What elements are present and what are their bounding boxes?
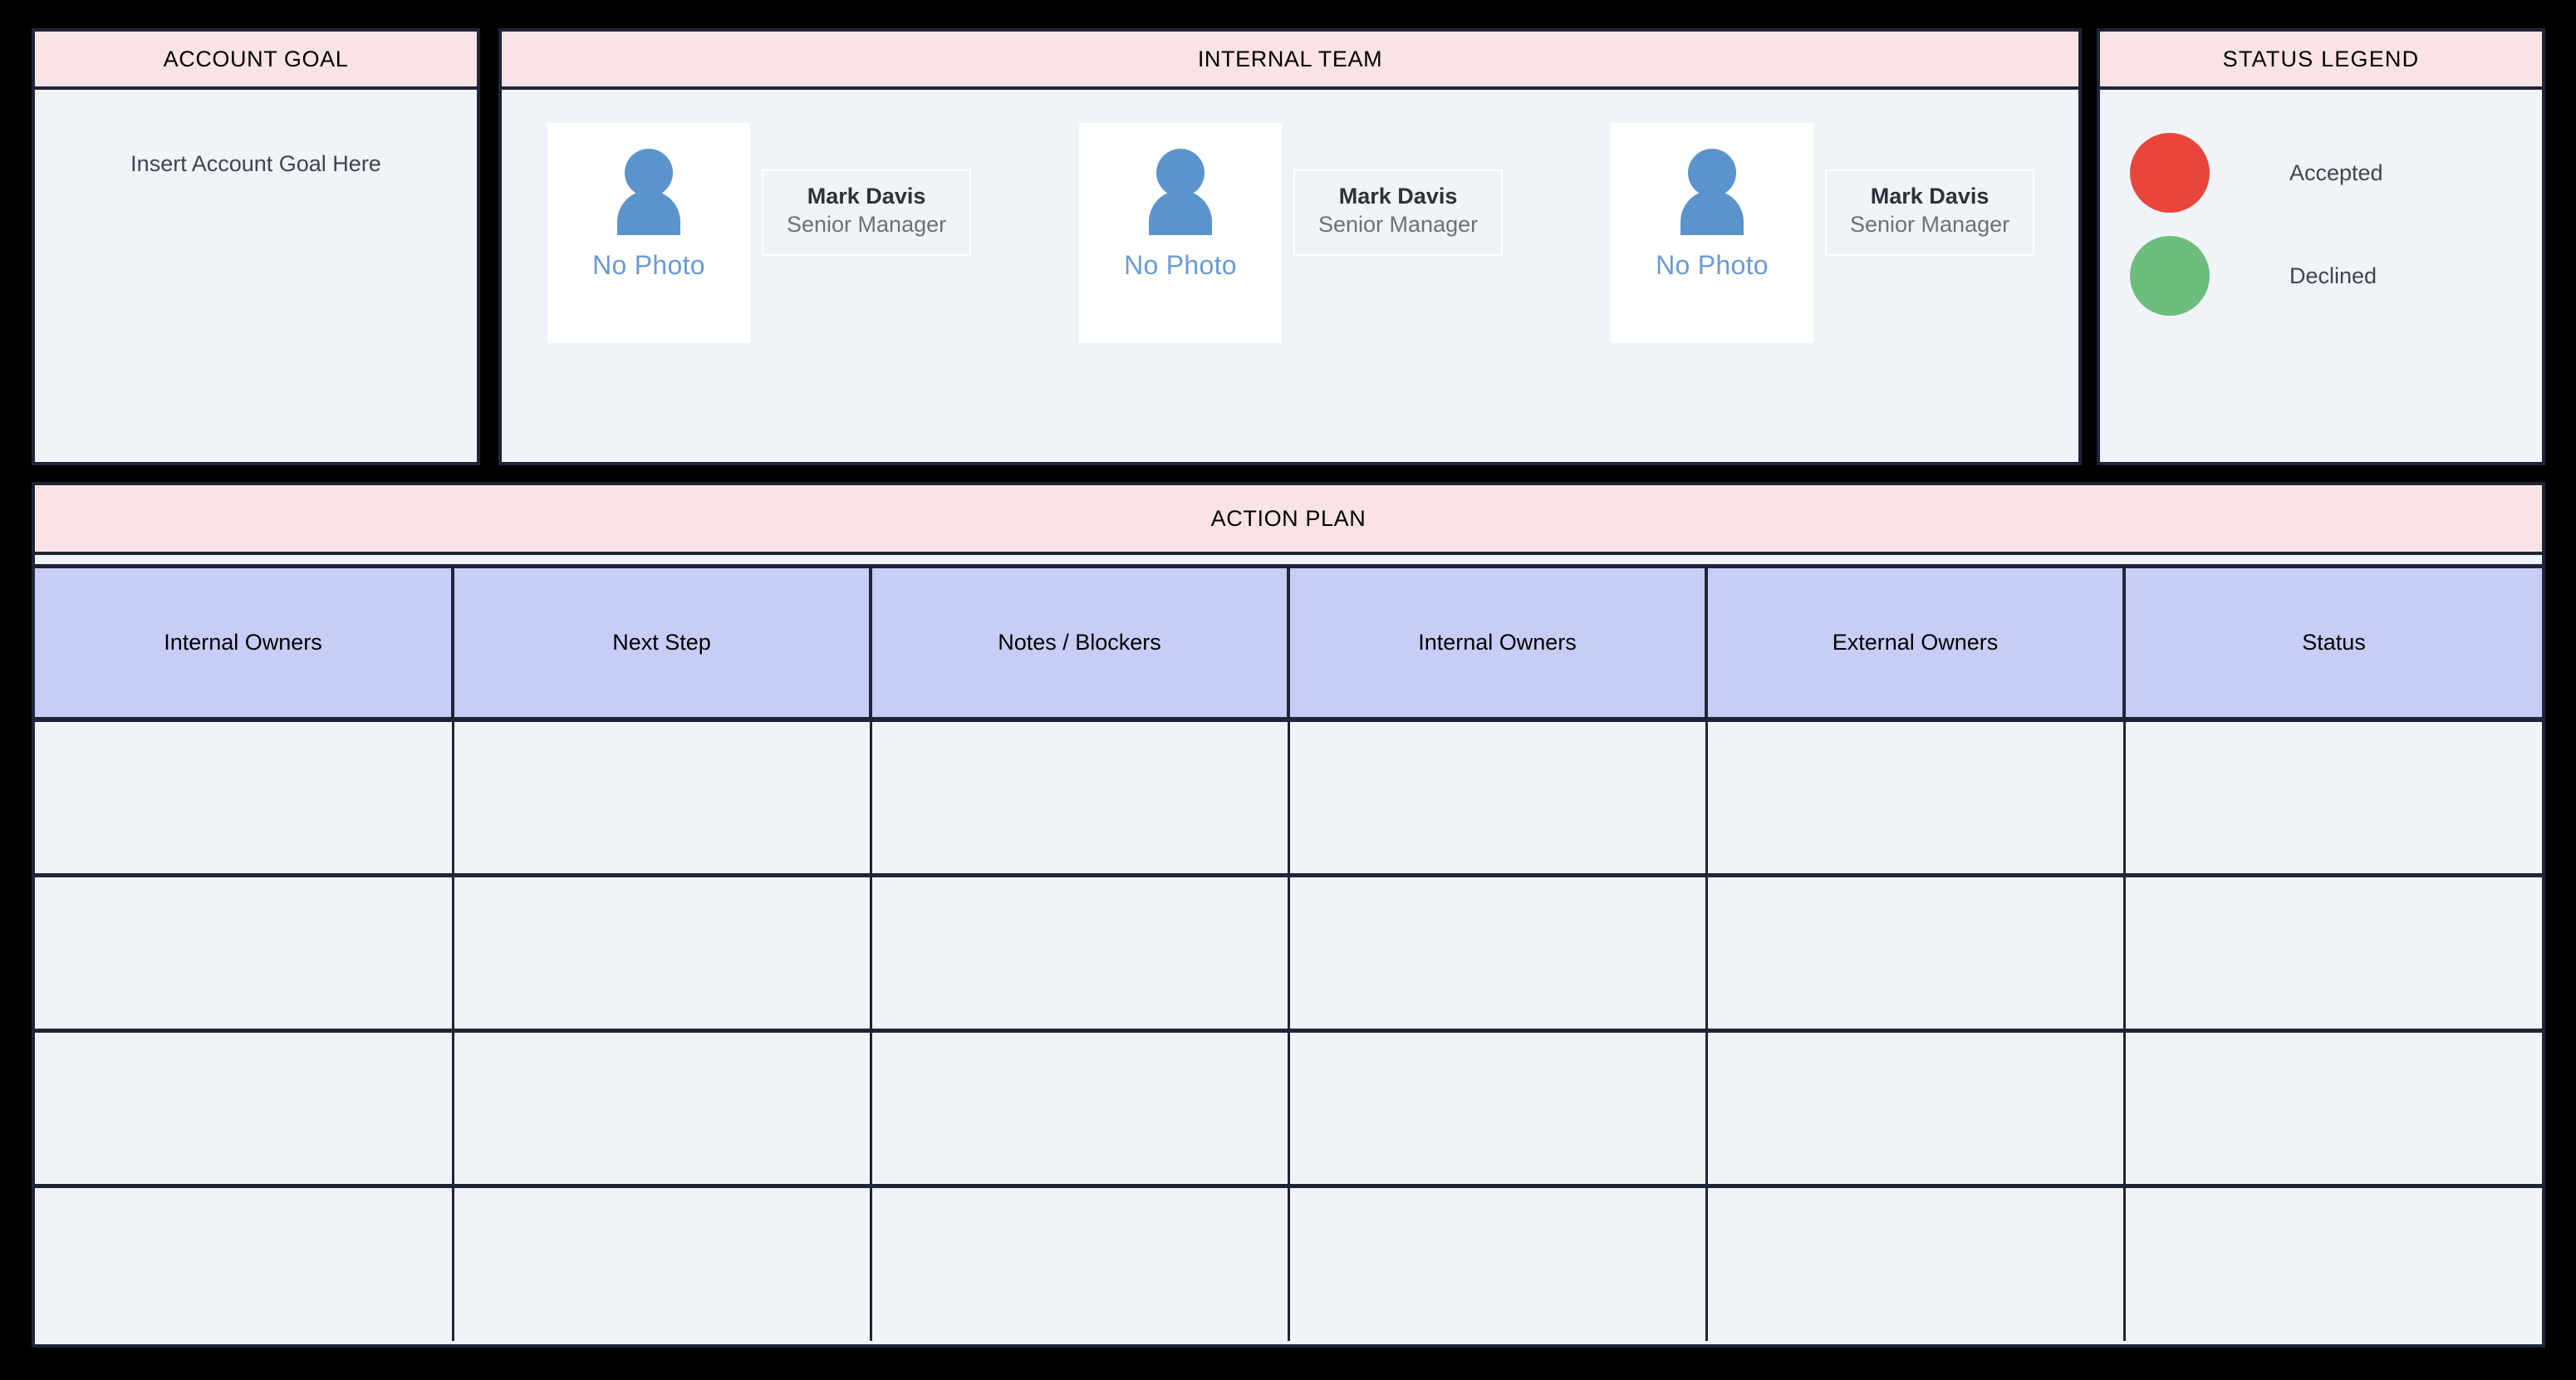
internal-team-header: INTERNAL TEAM [502,32,2078,90]
internal-team-body: No Photo Mark Davis Senior Manager No Ph… [502,90,2078,462]
table-cell[interactable] [1288,1186,1708,1341]
action-plan-table-body [35,719,2542,1341]
internal-team-panel: INTERNAL TEAM No Photo Mark Davis Senior… [498,28,2082,465]
member-name-box[interactable]: Mark Davis Senior Manager [762,169,972,256]
table-cell[interactable] [871,875,1290,1033]
legend-item-accepted: Accepted [2100,121,2542,224]
table-cell[interactable] [453,1186,872,1341]
circle-icon [2130,133,2210,213]
table-cell[interactable] [453,719,872,877]
table-cell[interactable] [871,719,1290,877]
status-legend-header: STATUS LEGEND [2100,32,2542,90]
table-cell[interactable] [2124,1030,2542,1188]
account-goal-text[interactable]: Insert Account Goal Here [35,151,477,177]
team-member-card[interactable]: No Photo Mark Davis Senior Manager [1611,123,2035,343]
team-member-list: No Photo Mark Davis Senior Manager No Ph… [502,90,2078,462]
status-legend-body: Accepted Declined [2100,90,2542,462]
internal-team-title: INTERNAL TEAM [1197,46,1383,71]
table-row [35,719,2542,877]
table-cell[interactable] [1706,719,2126,877]
member-name-box[interactable]: Mark Davis Senior Manager [1825,169,2035,256]
account-goal-header: ACCOUNT GOAL [35,32,477,90]
table-header-row: Internal Owners Next Step Notes / Blocke… [35,568,2542,722]
member-name: Mark Davis [1338,184,1458,209]
member-photo-placeholder[interactable]: No Photo [547,123,750,343]
account-plan-board: ACCOUNT GOAL Insert Account Goal Here IN… [0,0,2576,1380]
account-goal-panel: ACCOUNT GOAL Insert Account Goal Here [32,28,480,465]
legend-label-accepted: Accepted [2289,160,2383,185]
table-cell[interactable] [1706,875,2126,1033]
action-plan-table: Internal Owners Next Step Notes / Blocke… [35,568,2542,1341]
member-role: Senior Manager [787,211,947,237]
no-photo-label: No Photo [1656,250,1769,280]
table-cell[interactable] [871,1030,1290,1188]
table-row [35,1030,2542,1188]
table-cell[interactable] [35,1030,454,1188]
table-cell[interactable] [1706,1030,2126,1188]
team-member-card[interactable]: No Photo Mark Davis Senior Manager [547,123,972,343]
column-header-status[interactable]: Status [2124,568,2542,722]
person-icon [1672,148,1752,235]
legend-item-declined: Declined [2100,224,2542,327]
table-cell[interactable] [1706,1186,2126,1341]
table-row [35,1186,2542,1341]
column-header-notes-blockers[interactable]: Notes / Blockers [871,568,1290,722]
member-name: Mark Davis [807,184,926,209]
account-goal-body[interactable]: Insert Account Goal Here [35,90,477,462]
status-legend-title: STATUS LEGEND [2222,46,2420,71]
table-cell[interactable] [453,875,872,1033]
table-cell[interactable] [2124,1186,2542,1341]
table-cell[interactable] [35,1186,454,1341]
action-plan-header: ACTION PLAN [35,485,2542,555]
team-member-card[interactable]: No Photo Mark Davis Senior Manager [1079,123,1504,343]
table-cell[interactable] [2124,719,2542,877]
table-row [35,875,2542,1033]
status-legend-panel: STATUS LEGEND Accepted Declined [2097,28,2545,465]
table-cell[interactable] [35,719,454,877]
no-photo-label: No Photo [592,250,705,280]
action-plan-panel: ACTION PLAN Internal Owners Next Step No… [32,482,2545,1348]
table-cell[interactable] [1288,719,1708,877]
member-role: Senior Manager [1850,211,2010,237]
action-plan-table-head: Internal Owners Next Step Notes / Blocke… [35,568,2542,722]
table-cell[interactable] [1288,1030,1708,1188]
action-plan-title: ACTION PLAN [1210,505,1367,531]
circle-icon [2130,236,2210,316]
member-role: Senior Manager [1318,211,1479,237]
column-header-internal-owners-1[interactable]: Internal Owners [35,568,454,722]
member-photo-placeholder[interactable]: No Photo [1611,123,1813,343]
account-goal-title: ACCOUNT GOAL [163,46,349,71]
table-cell[interactable] [871,1186,1290,1341]
action-plan-spacer [35,555,2542,568]
table-cell[interactable] [1288,875,1708,1033]
table-cell[interactable] [35,875,454,1033]
person-icon [609,148,689,235]
column-header-external-owners[interactable]: External Owners [1706,568,2126,722]
no-photo-label: No Photo [1124,250,1237,280]
member-name: Mark Davis [1870,184,1990,209]
member-name-box[interactable]: Mark Davis Senior Manager [1293,169,1504,256]
member-photo-placeholder[interactable]: No Photo [1079,123,1282,343]
column-header-internal-owners-2[interactable]: Internal Owners [1288,568,1708,722]
person-icon [1141,148,1220,235]
table-cell[interactable] [453,1030,872,1188]
column-header-next-step[interactable]: Next Step [453,568,872,722]
legend-label-declined: Declined [2289,263,2377,288]
table-cell[interactable] [2124,875,2542,1033]
